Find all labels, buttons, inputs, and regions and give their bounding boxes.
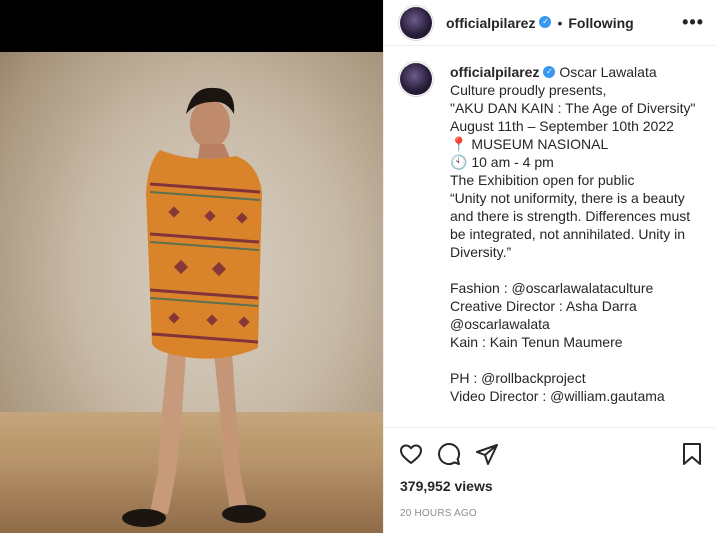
- comment-icon[interactable]: [436, 441, 462, 467]
- post-media[interactable]: [0, 0, 383, 533]
- view-count[interactable]: 379,952 views: [384, 478, 716, 494]
- caption-line: “Unity not uniformity, there is a beauty…: [450, 190, 695, 260]
- post-photo[interactable]: [0, 52, 383, 533]
- caption-line: 🕙 10 am - 4 pm: [450, 154, 554, 170]
- caption-line: August 11th – September 10th 2022: [450, 118, 674, 134]
- caption-line: 📍 MUSEUM NASIONAL: [450, 136, 609, 152]
- action-bar: [384, 428, 716, 480]
- caption-line: PH : @rollbackproject: [450, 370, 586, 386]
- post-panel: officialpilarez ✓ • Following ••• offici…: [383, 0, 716, 533]
- verified-badge-icon: ✓: [539, 15, 552, 28]
- heart-icon[interactable]: [398, 441, 424, 467]
- more-options-icon[interactable]: •••: [682, 12, 704, 33]
- post-header: officialpilarez ✓ • Following •••: [384, 0, 716, 46]
- author-username[interactable]: officialpilarez: [446, 15, 535, 31]
- caption-line: Fashion : @oscarlawalataculture: [450, 280, 654, 296]
- post-timestamp[interactable]: 20 HOURS AGO: [384, 508, 716, 519]
- caption-avatar[interactable]: [398, 61, 434, 97]
- send-icon[interactable]: [474, 441, 500, 467]
- caption-line: Video Director : @william.gautama: [450, 388, 665, 404]
- caption-verified-badge-icon: ✓: [543, 66, 556, 79]
- caption-text: officialpilarez ✓ Oscar Lawalata Culture …: [450, 63, 700, 427]
- caption-line: Kain : Kain Tenun Maumere: [450, 334, 623, 350]
- model-figure: [122, 87, 266, 527]
- post-actions-section: 379,952 views 20 HOURS AGO: [384, 427, 716, 519]
- author-avatar[interactable]: [398, 4, 434, 41]
- following-button[interactable]: Following: [568, 15, 633, 31]
- header-separator: •: [557, 14, 563, 31]
- caption-line: Creative Director : Asha Darra @oscarlaw…: [450, 298, 641, 332]
- caption-line: "AKU DAN KAIN : The Age of Diversity": [450, 100, 696, 116]
- bookmark-icon[interactable]: [679, 441, 705, 467]
- post-caption: officialpilarez ✓ Oscar Lawalata Culture …: [384, 47, 716, 427]
- caption-username[interactable]: officialpilarez: [450, 64, 539, 80]
- caption-line: The Exhibition open for public: [450, 172, 635, 188]
